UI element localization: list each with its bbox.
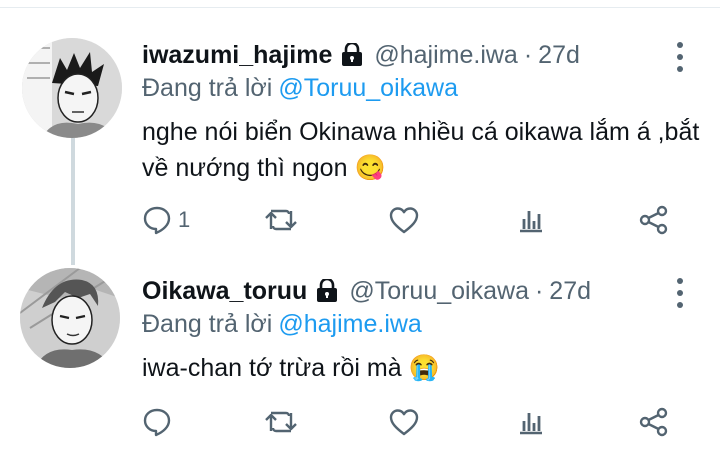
reply-mention[interactable]: @hajime.iwa xyxy=(278,310,421,338)
share-icon xyxy=(639,205,668,235)
separator-dot: · xyxy=(523,40,533,69)
like-button[interactable] xyxy=(388,402,420,442)
more-options-icon[interactable] xyxy=(670,278,690,308)
tweet-1[interactable]: iwazumi_hajime @hajime.iwa · 27d Đang tr… xyxy=(0,0,720,250)
tweet-actions: 1 xyxy=(0,200,720,240)
replying-to: Đang trả lời @Toruu_oikawa xyxy=(142,74,458,108)
separator-dot: · xyxy=(534,276,544,305)
share-icon xyxy=(639,407,668,437)
tweet-header: Oikawa_toruu @Toruu_oikawa · 27d xyxy=(142,271,591,311)
analytics-icon xyxy=(520,211,542,233)
tweet-2[interactable]: Oikawa_toruu @Toruu_oikawa · 27d Đang tr… xyxy=(0,250,720,452)
retweet-button[interactable] xyxy=(264,200,298,240)
avatar-image xyxy=(20,268,120,368)
analytics-icon xyxy=(520,413,542,435)
retweet-button[interactable] xyxy=(264,402,298,442)
avatar-iwazumi[interactable] xyxy=(22,38,122,138)
reply-prefix: Đang trả lời xyxy=(142,74,273,102)
reply-mention[interactable]: @Toruu_oikawa xyxy=(278,74,458,102)
display-name[interactable]: Oikawa_toruu xyxy=(142,277,307,306)
reply-icon xyxy=(143,408,171,437)
reply-icon xyxy=(143,206,171,235)
lock-icon xyxy=(340,43,364,67)
more-options-icon[interactable] xyxy=(670,42,690,72)
reply-button[interactable] xyxy=(142,402,178,442)
user-handle[interactable]: @hajime.iwa xyxy=(374,41,517,70)
timestamp[interactable]: 27d xyxy=(538,41,580,70)
display-name[interactable]: iwazumi_hajime xyxy=(142,41,332,70)
timestamp[interactable]: 27d xyxy=(549,277,591,306)
analytics-button[interactable] xyxy=(516,402,546,442)
like-button[interactable] xyxy=(388,200,420,240)
tweet-text: nghe nói biển Okinawa nhiều cá oikawa lắ… xyxy=(142,118,700,182)
retweet-icon xyxy=(265,411,297,433)
replying-to: Đang trả lời @hajime.iwa xyxy=(142,310,422,344)
lock-icon xyxy=(315,279,339,303)
analytics-button[interactable] xyxy=(516,200,546,240)
tweet-actions xyxy=(0,402,720,442)
user-handle[interactable]: @Toruu_oikawa xyxy=(349,277,529,306)
tweet-header: iwazumi_hajime @hajime.iwa · 27d xyxy=(142,35,580,75)
share-button[interactable] xyxy=(638,402,670,442)
avatar-image xyxy=(22,38,122,138)
reply-button[interactable]: 1 xyxy=(142,200,190,240)
share-button[interactable] xyxy=(638,200,670,240)
tweet-text: iwa-chan tớ trừa rồi mà 😭 xyxy=(142,354,440,382)
avatar-oikawa[interactable] xyxy=(20,268,120,368)
reply-count: 1 xyxy=(178,207,191,232)
like-icon xyxy=(389,207,419,234)
like-icon xyxy=(389,409,419,436)
reply-prefix: Đang trả lời xyxy=(142,310,273,338)
retweet-icon xyxy=(265,209,297,231)
